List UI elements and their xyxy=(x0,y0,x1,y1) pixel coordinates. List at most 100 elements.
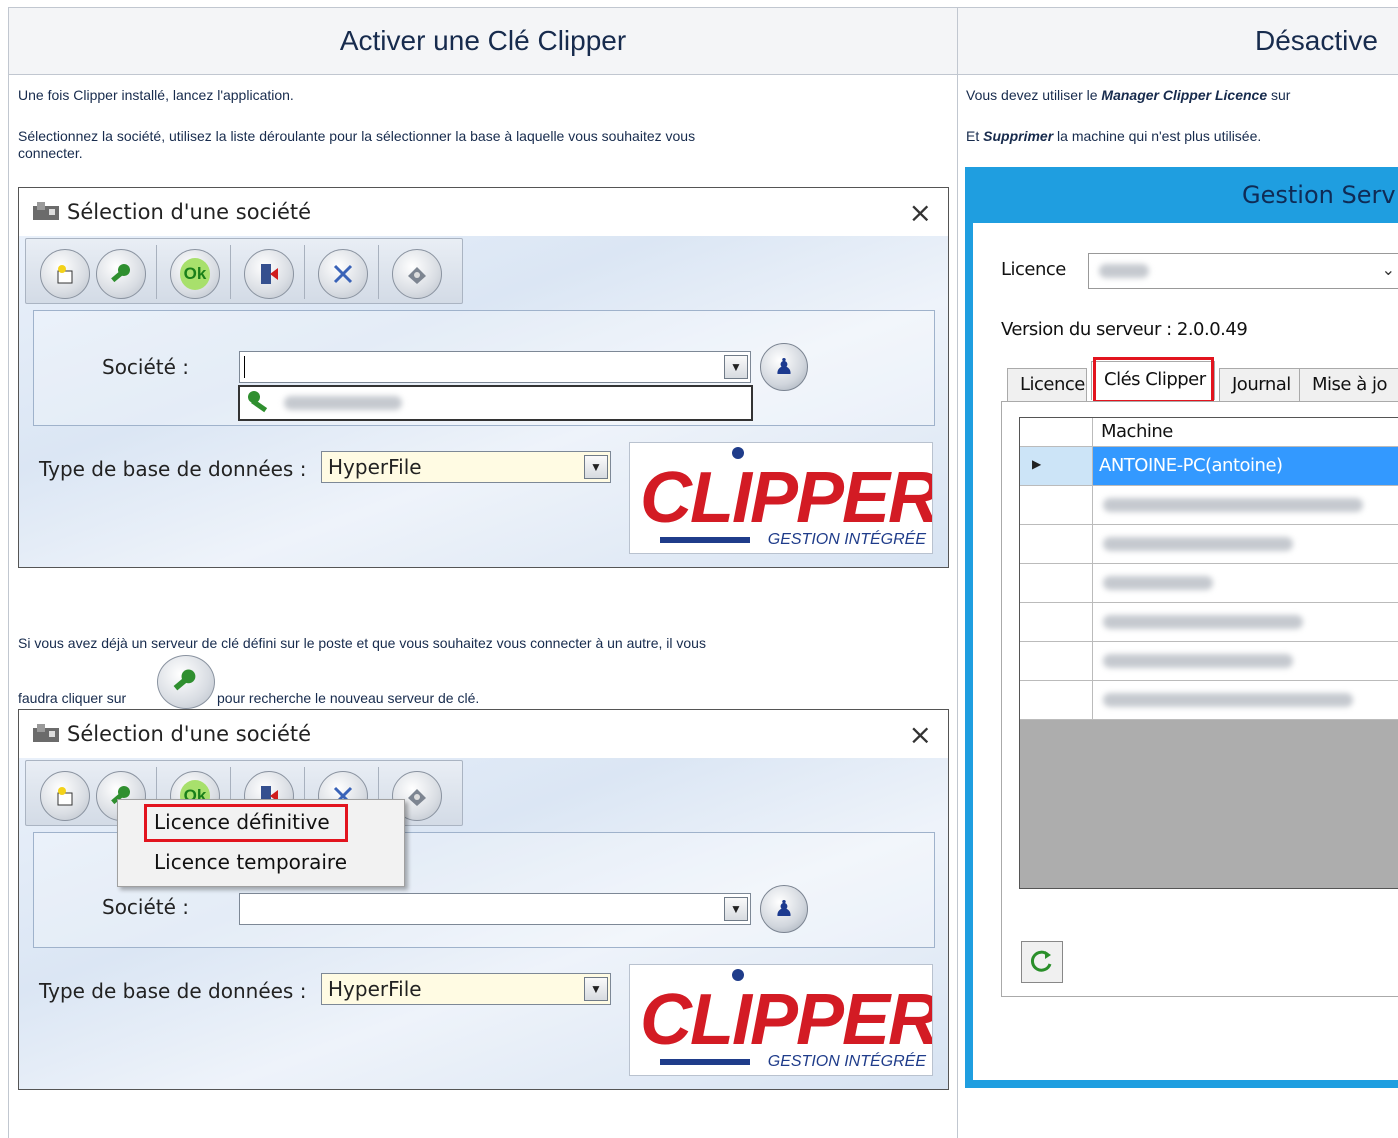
licence-label: Licence xyxy=(1001,259,1066,280)
logo-subtitle: GESTION INTÉGRÉE xyxy=(767,1053,926,1070)
close-icon[interactable]: × xyxy=(909,196,932,229)
manager-paragraph-a: Vous devez utiliser le xyxy=(966,87,1102,103)
app-icon xyxy=(33,724,59,742)
new-folder-icon[interactable] xyxy=(40,249,90,299)
exit-door-icon[interactable] xyxy=(244,249,294,299)
licence-select[interactable]: ⌄ xyxy=(1088,253,1398,289)
ok-icon[interactable]: Ok xyxy=(170,249,220,299)
company-combo[interactable]: ▼ xyxy=(239,893,751,925)
clipper-logo: CLIPPER GESTION INTÉGRÉE xyxy=(629,964,933,1076)
toolbar-separator xyxy=(378,245,379,299)
logo-subtitle: GESTION INTÉGRÉE xyxy=(767,531,926,548)
chevron-down-icon[interactable]: ▼ xyxy=(724,355,748,379)
delete-paragraph: Et Supprimer la machine qui n'est plus u… xyxy=(966,128,1261,145)
chevron-down-icon[interactable]: ⌄ xyxy=(1382,260,1395,280)
delete-paragraph-c: la machine qui n'est plus utilisée. xyxy=(1053,128,1262,144)
highlight-cles-clipper-tab xyxy=(1093,357,1214,403)
right-heading-text: Désactive xyxy=(1255,25,1378,56)
tab-licence[interactable]: Licence xyxy=(1007,368,1087,401)
tab-journal[interactable]: Journal xyxy=(1219,368,1311,401)
refresh-button[interactable] xyxy=(1021,941,1063,983)
redacted-machine xyxy=(1103,615,1303,629)
table-row[interactable]: ANTOINE-PC(antoine) xyxy=(1093,447,1398,486)
right-column-heading: Désactive xyxy=(958,8,1398,74)
logo-text: CLIPPER xyxy=(640,458,933,538)
delete-paragraph-a: Et xyxy=(966,128,984,144)
toolbar-separator xyxy=(304,245,305,299)
selected-machine: ANTOINE-PC(antoine) xyxy=(1099,455,1283,476)
app-icon xyxy=(33,202,59,220)
logo-bar xyxy=(660,537,750,543)
redacted-machine xyxy=(1103,693,1353,707)
text-cursor xyxy=(244,356,245,378)
company-combo[interactable]: ▼ xyxy=(239,351,751,383)
key-server-paragraph-line1: Si vous avez déjà un serveur de clé défi… xyxy=(18,635,706,651)
user-icon[interactable]: ♟ xyxy=(760,343,808,391)
column-header-text: Machine xyxy=(1101,421,1173,442)
dialog-titlebar: Sélection d'une société × xyxy=(19,188,948,236)
grid-corner xyxy=(1020,418,1093,447)
manager-paragraph: Vous devez utiliser le Manager Clipper L… xyxy=(966,87,1290,104)
company-dropdown-list[interactable] xyxy=(238,385,753,421)
db-type-combo[interactable]: HyperFile ▼ xyxy=(321,973,611,1005)
user-icon[interactable]: ♟ xyxy=(760,885,808,933)
key-server-paragraph-line2b: pour recherche le nouveau serveur de clé… xyxy=(217,690,480,706)
redacted-machine xyxy=(1103,498,1363,512)
key-icon xyxy=(248,391,268,413)
tools-icon[interactable] xyxy=(318,249,368,299)
row-indicator-selected[interactable]: ▶ xyxy=(1020,447,1093,486)
redacted-machine xyxy=(1103,576,1213,590)
row-indicator[interactable] xyxy=(1020,681,1093,720)
manager-content: Licence ⌄ Version du serveur : 2.0.0.49 … xyxy=(973,223,1398,1080)
server-version: Version du serveur : 2.0.0.49 xyxy=(1001,319,1248,340)
menu-item-licence-temporaire[interactable]: Licence temporaire xyxy=(154,850,347,874)
table-row[interactable] xyxy=(1093,564,1398,603)
licence-manager-window: Gestion Serv Licence ⌄ Version du serveu… xyxy=(965,167,1398,1088)
logo-bar xyxy=(660,1059,750,1065)
row-indicator[interactable] xyxy=(1020,564,1093,603)
row-indicator[interactable] xyxy=(1020,525,1093,564)
column-header-machine[interactable]: Machine xyxy=(1093,418,1398,447)
confluence-page: Activer une Clé Clipper Désactive Une fo… xyxy=(0,0,1398,1138)
table-border-left xyxy=(8,7,9,1138)
row-indicator[interactable] xyxy=(1020,642,1093,681)
chevron-down-icon[interactable]: ▼ xyxy=(584,977,608,1001)
delete-word: Supprimer xyxy=(983,128,1054,144)
key-search-icon[interactable] xyxy=(96,249,146,299)
table-row[interactable] xyxy=(1093,486,1398,525)
manager-title: Gestion Serv xyxy=(1242,181,1396,209)
row-pointer-icon: ▶ xyxy=(1032,457,1042,471)
db-type-value: HyperFile xyxy=(328,977,422,1001)
dialog-title: Sélection d'une société xyxy=(67,722,312,746)
logo-text: CLIPPER xyxy=(640,980,933,1060)
chevron-down-icon[interactable]: ▼ xyxy=(584,455,608,479)
close-icon[interactable]: × xyxy=(909,718,932,751)
clipper-logo: CLIPPER GESTION INTÉGRÉE xyxy=(629,442,933,554)
row-indicator[interactable] xyxy=(1020,486,1093,525)
dialog-toolbar: Ok xyxy=(25,238,463,304)
table-row[interactable] xyxy=(1093,681,1398,720)
row-indicator[interactable] xyxy=(1020,603,1093,642)
chevron-down-icon[interactable]: ▼ xyxy=(724,897,748,921)
manager-paragraph-c: sur xyxy=(1267,87,1291,103)
left-column-heading: Activer une Clé Clipper xyxy=(9,8,957,74)
new-folder-icon[interactable] xyxy=(40,771,90,821)
manager-name: Manager Clipper Licence xyxy=(1101,87,1268,103)
table-row[interactable] xyxy=(1093,642,1398,681)
settings-disk-icon[interactable] xyxy=(392,249,442,299)
table-row[interactable] xyxy=(1093,603,1398,642)
key-server-paragraph-line2a: faudra cliquer sur xyxy=(18,690,127,706)
highlight-licence-definitive xyxy=(144,804,348,842)
company-label: Société : xyxy=(102,355,190,379)
toolbar-separator xyxy=(230,245,231,299)
company-selection-dialog-2: Sélection d'une société × Ok Société: ▼… xyxy=(18,709,949,1090)
db-type-value: HyperFile xyxy=(328,455,422,479)
db-type-combo[interactable]: HyperFile ▼ xyxy=(321,451,611,483)
table-border-middle xyxy=(957,7,958,1138)
dialog-title: Sélection d'une société xyxy=(67,200,312,224)
redacted-machine xyxy=(1103,654,1293,668)
redacted-licence xyxy=(1099,264,1149,278)
tab-mise-a-jour[interactable]: Mise à jo xyxy=(1299,368,1398,401)
table-row[interactable] xyxy=(1093,525,1398,564)
redacted-machine xyxy=(1103,537,1293,551)
